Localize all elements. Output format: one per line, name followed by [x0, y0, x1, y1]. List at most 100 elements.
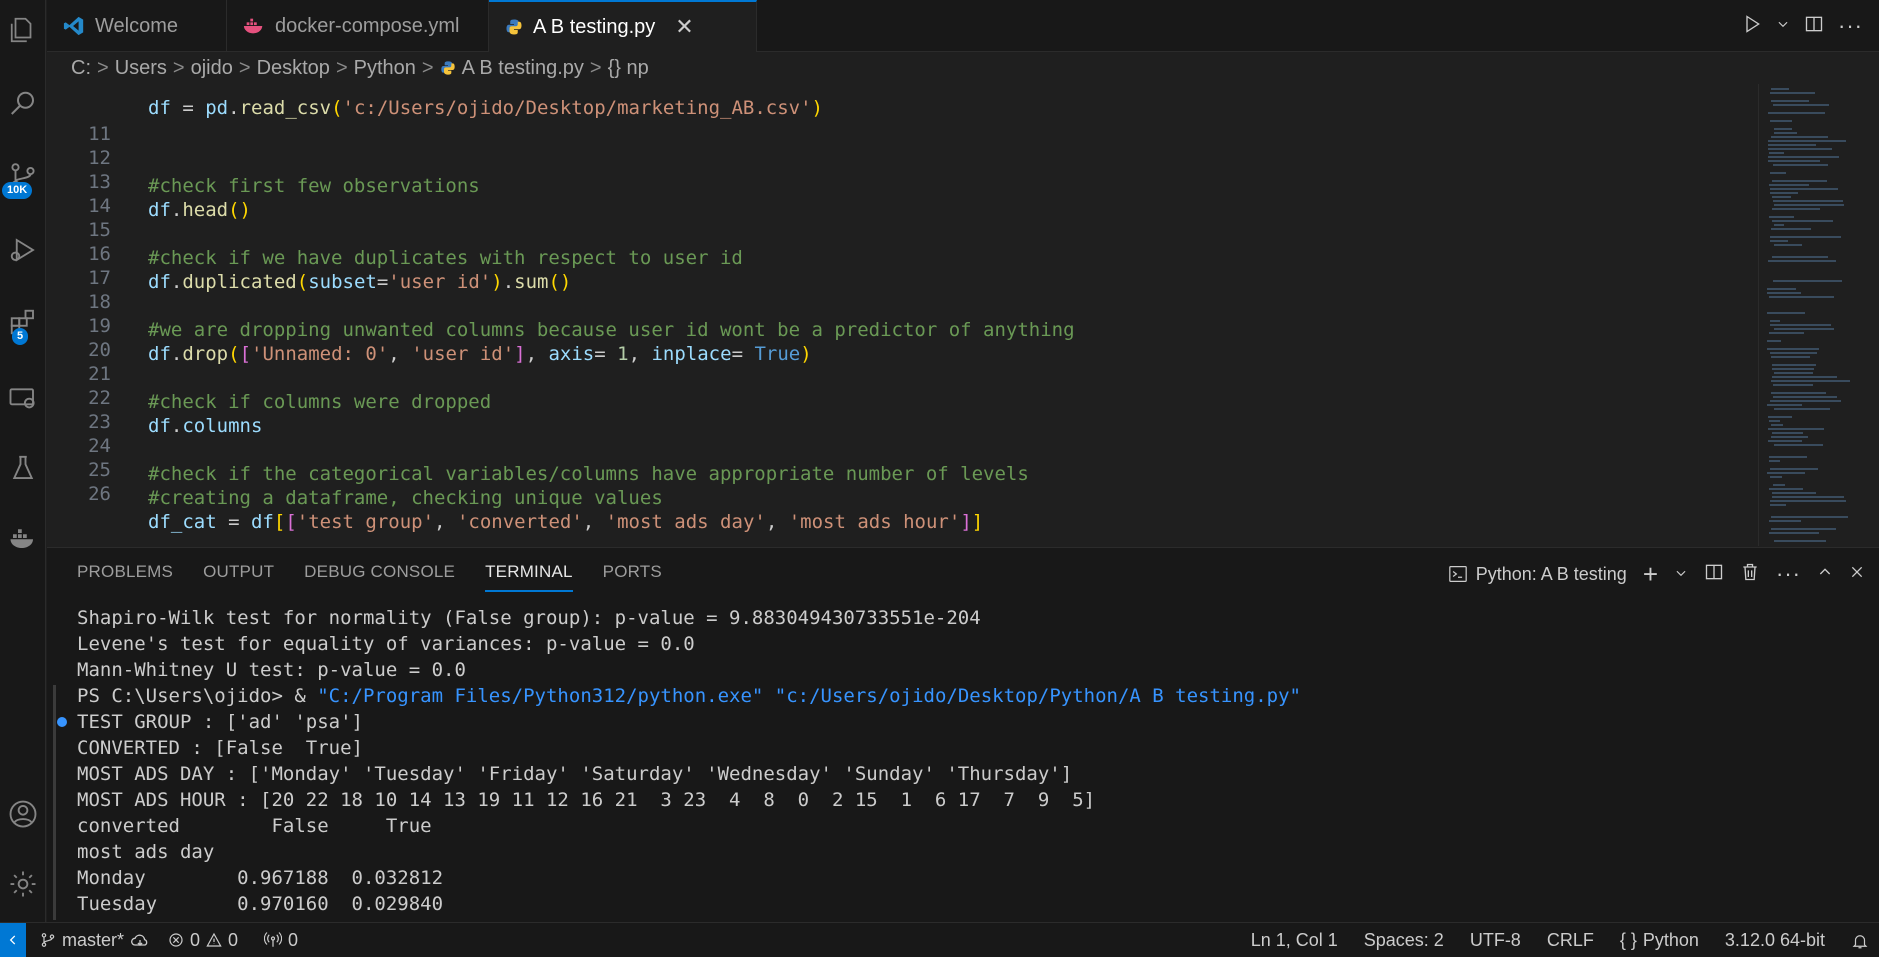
minimap-row [1771, 436, 1808, 438]
docker-icon[interactable] [0, 514, 46, 562]
new-terminal-icon[interactable]: + [1643, 561, 1658, 587]
remote-indicator[interactable] [0, 922, 26, 957]
minimap-row [1771, 392, 1826, 394]
minimap-row [1768, 440, 1802, 442]
search-icon[interactable] [0, 80, 46, 128]
minimap-row [1768, 156, 1839, 158]
git-branch-icon [41, 933, 55, 947]
minimap-row [1771, 136, 1828, 138]
terminal-line: MOST ADS DAY : ['Monday' 'Tuesday' 'Frid… [77, 763, 1073, 785]
minimap-row [1771, 380, 1850, 382]
indentation[interactable]: Spaces: 2 [1364, 930, 1444, 951]
crumb-file[interactable]: A B testing.py [462, 57, 584, 80]
settings-gear-icon[interactable] [0, 860, 46, 908]
minimap-row [1772, 220, 1833, 222]
terminal-name: Python: A B testing [1475, 563, 1627, 584]
crumb-python[interactable]: Python [354, 57, 416, 80]
chevron-down-icon[interactable] [1776, 17, 1790, 36]
minimap-row [1773, 200, 1843, 202]
minimap-row [1767, 472, 1805, 474]
run-debug-icon[interactable] [0, 226, 46, 274]
run-python-icon[interactable] [1742, 14, 1762, 39]
minimap-row [1769, 456, 1807, 458]
tab-ab-testing[interactable]: A B testing.py ✕ [489, 0, 757, 52]
tab-output[interactable]: OUTPUT [203, 562, 274, 592]
crumb-users[interactable]: Users [115, 57, 167, 80]
crumb-symbol[interactable]: {} np [608, 57, 649, 80]
minimap-row [1772, 208, 1820, 210]
minimap-row [1770, 468, 1818, 470]
tab-ports[interactable]: PORTS [603, 562, 662, 592]
minimap-row [1771, 228, 1811, 230]
more-actions-icon[interactable]: ··· [1776, 561, 1801, 587]
extensions-badge: 5 [12, 328, 29, 345]
panel-tabs: PROBLEMS OUTPUT DEBUG CONSOLE TERMINAL P… [77, 562, 692, 592]
branch-indicator[interactable]: master* [40, 930, 150, 951]
tab-docker-compose[interactable]: docker-compose.yml [227, 0, 489, 52]
minimap-row [1768, 160, 1820, 162]
split-terminal-icon[interactable] [1704, 562, 1724, 587]
minimap-row [1771, 356, 1810, 358]
terminal-output[interactable]: Shapiro-Wilk test for normality (False g… [57, 605, 1879, 917]
minimap-row [1769, 488, 1803, 490]
minimap-row [1769, 420, 1780, 422]
minimap-row [1769, 296, 1834, 298]
minimap-row [1774, 444, 1823, 446]
notifications-bell-icon[interactable] [1851, 932, 1869, 950]
crumb-user[interactable]: ojido [191, 57, 233, 80]
tab-welcome[interactable]: Welcome [47, 0, 227, 52]
remote-explorer-icon[interactable] [0, 374, 46, 422]
language-mode[interactable]: { } Python [1620, 930, 1699, 951]
command-file: "c:/Users/ojido/Desktop/Python/A B testi… [774, 685, 1301, 707]
encoding[interactable]: UTF-8 [1470, 930, 1521, 951]
minimap-row [1772, 364, 1816, 366]
minimap-row [1771, 424, 1783, 426]
minimap-row [1773, 484, 1785, 486]
minimap-row [1769, 520, 1801, 522]
explorer-icon[interactable] [0, 6, 46, 54]
minimap-row [1774, 408, 1830, 410]
chevron-right-icon: > [238, 56, 251, 79]
minimap-row [1768, 416, 1792, 418]
account-icon[interactable] [0, 790, 46, 838]
source-control-icon[interactable]: 10K [0, 152, 46, 200]
close-panel-icon[interactable] [1849, 564, 1865, 585]
tab-terminal[interactable]: TERMINAL [485, 562, 573, 592]
problems-indicator[interactable]: 0 0 [168, 930, 238, 951]
minimap[interactable] [1758, 84, 1879, 546]
split-editor-icon[interactable] [1804, 14, 1824, 39]
code-editor[interactable]: df = pd.read_csv('c:/Users/ojido/Desktop… [47, 84, 1758, 546]
cursor-position[interactable]: Ln 1, Col 1 [1251, 930, 1338, 951]
end-of-line[interactable]: CRLF [1547, 930, 1594, 951]
minimap-row [1767, 404, 1802, 406]
minimap-row [1772, 492, 1816, 494]
terminal-icon [1448, 566, 1467, 582]
terminal-line: Tuesday 0.970160 0.029840 [77, 893, 444, 915]
minimap-row [1770, 120, 1792, 122]
error-icon [169, 933, 183, 947]
python-interpreter[interactable]: 3.12.0 64-bit [1725, 930, 1825, 951]
testing-icon[interactable] [0, 444, 46, 492]
minimap-row [1774, 540, 1826, 542]
tab-debug-console[interactable]: DEBUG CONSOLE [304, 562, 455, 592]
more-actions-icon[interactable]: ··· [1838, 13, 1863, 39]
close-tab-icon[interactable]: ✕ [675, 14, 693, 40]
panel-actions: Python: A B testing + ··· [1448, 558, 1865, 590]
crumb-desktop[interactable]: Desktop [257, 57, 330, 80]
extensions-icon[interactable]: 5 [0, 298, 46, 346]
trash-icon[interactable] [1740, 562, 1760, 587]
python-icon [505, 18, 523, 36]
crumb-drive[interactable]: C: [71, 57, 91, 80]
tab-problems[interactable]: PROBLEMS [77, 562, 173, 592]
cloud-sync-icon [131, 934, 148, 946]
chevron-down-icon[interactable] [1674, 564, 1688, 585]
command-status-dot[interactable] [57, 717, 67, 727]
minimap-row [1769, 152, 1784, 154]
bottom-panel: PROBLEMS OUTPUT DEBUG CONSOLE TERMINAL P… [47, 547, 1879, 922]
ports-indicator[interactable]: 0 [264, 930, 298, 951]
minimap-row [1773, 396, 1837, 398]
maximize-panel-icon[interactable] [1817, 564, 1833, 585]
terminal-selector[interactable]: Python: A B testing [1448, 564, 1627, 585]
broadcast-icon [264, 932, 283, 947]
minimap-row [1770, 92, 1815, 94]
